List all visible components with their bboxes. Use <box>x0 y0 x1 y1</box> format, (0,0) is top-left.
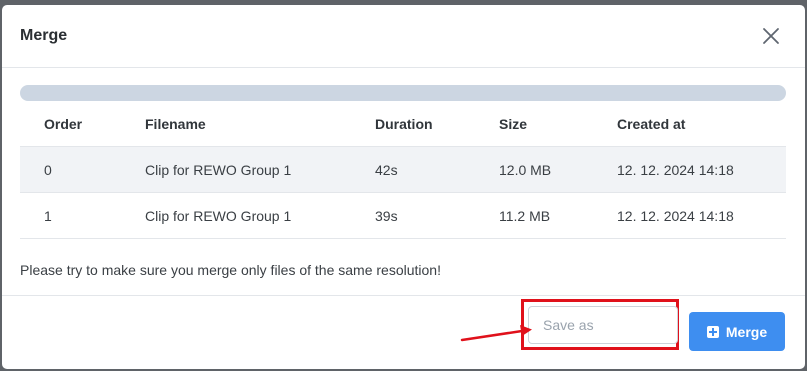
merge-button-label: Merge <box>725 323 768 340</box>
annotation-arrow-icon <box>460 325 532 342</box>
cell-created-at: 12. 12. 2024 14:18 <box>617 192 786 239</box>
dialog-title: Merge <box>20 27 68 44</box>
table-row[interactable]: 0 Clip for REWO Group 1 42s 12.0 MB 12. … <box>20 146 786 193</box>
merge-progress-bar <box>20 85 786 101</box>
cell-size: 11.2 MB <box>499 192 617 239</box>
column-header-size[interactable]: Size <box>499 101 617 147</box>
column-header-duration[interactable]: Duration <box>375 101 499 147</box>
cell-duration: 42s <box>375 146 499 193</box>
table-header-row: Order Filename Duration Size Created at <box>20 101 786 147</box>
close-icon <box>763 28 779 44</box>
cell-filename: Clip for REWO Group 1 <box>145 192 375 239</box>
resolution-warning-text: Please try to make sure you merge only f… <box>20 262 441 278</box>
files-table: Order Filename Duration Size Created at … <box>20 101 786 239</box>
cell-duration: 39s <box>375 192 499 239</box>
close-button[interactable] <box>761 26 781 46</box>
save-as-input[interactable] <box>528 306 678 344</box>
table-row[interactable]: 1 Clip for REWO Group 1 39s 11.2 MB 12. … <box>20 192 786 239</box>
column-header-order[interactable]: Order <box>20 101 145 147</box>
cell-created-at: 12. 12. 2024 14:18 <box>617 146 786 193</box>
dialog-footer <box>2 295 805 369</box>
cell-order: 0 <box>20 146 145 193</box>
merge-button[interactable]: Merge <box>689 312 785 351</box>
column-header-filename[interactable]: Filename <box>145 101 375 147</box>
column-header-created-at[interactable]: Created at <box>617 101 786 147</box>
plus-square-icon <box>706 325 719 338</box>
cell-filename: Clip for REWO Group 1 <box>145 146 375 193</box>
cell-order: 1 <box>20 192 145 239</box>
dialog-header: Merge <box>2 5 805 68</box>
cell-size: 12.0 MB <box>499 146 617 193</box>
